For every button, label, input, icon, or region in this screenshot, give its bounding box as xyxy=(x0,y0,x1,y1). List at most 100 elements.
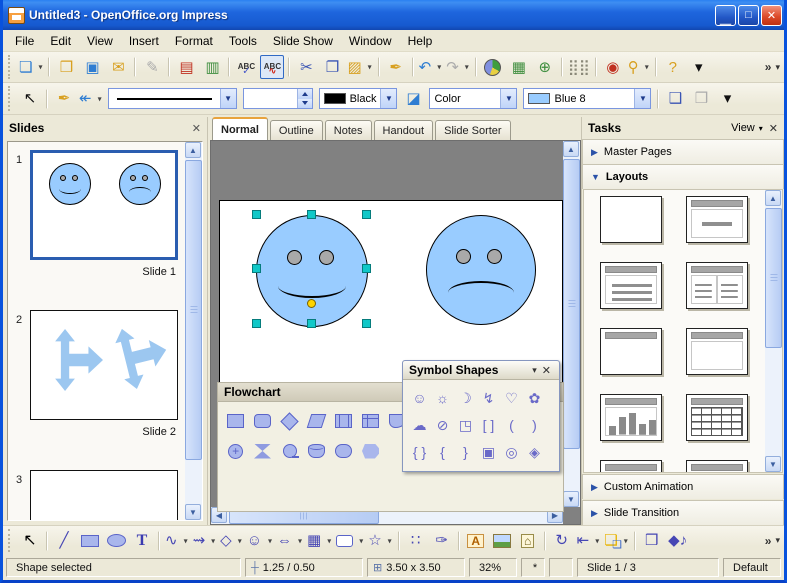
layout-title-frame[interactable] xyxy=(686,328,748,375)
layout-partial-2[interactable] xyxy=(686,460,748,473)
scroll-up-icon[interactable]: ▲ xyxy=(563,141,579,157)
symbol-octagon-bevel-icon[interactable]: ◎ xyxy=(500,438,523,465)
layout-partial-1[interactable] xyxy=(600,460,662,473)
scroll-thumb[interactable] xyxy=(185,160,202,460)
chevron-down-icon[interactable]: ▼ xyxy=(220,89,236,108)
layout-blank[interactable] xyxy=(600,196,662,243)
area-style-icon[interactable]: ◪ xyxy=(401,87,425,111)
layout-title-chart[interactable] xyxy=(600,394,662,441)
section-master-pages[interactable]: ▶ Master Pages xyxy=(582,139,784,164)
selection-handle[interactable] xyxy=(307,319,316,328)
maximize-button[interactable]: □ xyxy=(738,5,759,26)
new-document-icon[interactable]: ❏ xyxy=(18,55,44,79)
symbol-double-bracket-icon[interactable]: [ ] xyxy=(477,411,500,438)
symbol-puzzle-icon[interactable]: ◳ xyxy=(454,411,477,438)
hyperlink-icon[interactable]: ⊕ xyxy=(533,55,557,79)
selection-handle[interactable] xyxy=(252,210,261,219)
chevron-down-icon[interactable]: ▼ xyxy=(380,89,396,108)
toolbar-overflow-icon[interactable]: » xyxy=(765,534,772,548)
close-icon[interactable]: ✕ xyxy=(769,122,778,135)
symbol-double-brace-icon[interactable]: { } xyxy=(408,438,431,465)
format-paintbrush-icon[interactable]: ✒ xyxy=(384,55,408,79)
flowchart-direct-access-storage-shape[interactable] xyxy=(330,436,357,466)
cut-icon[interactable]: ✂ xyxy=(294,55,318,79)
scroll-up-icon[interactable]: ▲ xyxy=(185,142,201,158)
scroll-thumb[interactable] xyxy=(765,208,782,348)
3d-icon[interactable]: ❒ xyxy=(689,87,713,111)
layout-title-subtitle[interactable] xyxy=(686,196,748,243)
chevron-down-icon[interactable]: ▾ xyxy=(529,365,540,376)
menu-item[interactable]: Insert xyxy=(121,31,167,51)
help-icon[interactable]: ? xyxy=(661,55,685,79)
layouts-scrollbar[interactable]: ▲ ▼ xyxy=(765,190,782,472)
section-slide-transition[interactable]: ▶ Slide Transition xyxy=(582,500,784,525)
symbol-lightning-icon[interactable]: ↯ xyxy=(477,384,500,411)
block-arrows-icon[interactable]: ⇔ xyxy=(276,529,304,553)
table-icon[interactable]: ▦ xyxy=(507,55,531,79)
symbol-left-bracket-icon[interactable]: ( xyxy=(500,411,523,438)
symbol-square-bevel-icon[interactable]: ▣ xyxy=(477,438,500,465)
flowchart-display-shape[interactable] xyxy=(357,436,384,466)
text-icon[interactable]: T xyxy=(130,529,154,553)
chevron-down-icon[interactable]: ▼ xyxy=(500,89,516,108)
edit-points-icon[interactable]: ∷ xyxy=(404,529,428,553)
print-icon[interactable]: ▥ xyxy=(200,55,224,79)
stars-icon[interactable]: ☆ xyxy=(367,529,393,553)
scroll-down-icon[interactable]: ▼ xyxy=(185,504,201,520)
close-icon[interactable]: ✕ xyxy=(192,122,201,135)
menu-item[interactable]: Help xyxy=(400,31,441,51)
flowchart-data-shape[interactable] xyxy=(303,406,330,436)
slide-thumbnail-item[interactable]: 1 Slide 1 xyxy=(14,150,176,280)
flowchart-icon[interactable]: ▦ xyxy=(306,529,333,553)
spellcheck-icon[interactable]: ABC xyxy=(234,55,258,79)
flowchart-magnetic-disk-shape[interactable] xyxy=(303,436,330,466)
toolbar-overflow-icon[interactable]: » xyxy=(765,60,772,74)
layout-title-content[interactable] xyxy=(600,262,662,309)
symbol-right-brace-icon[interactable]: } xyxy=(454,438,477,465)
chevron-down-icon[interactable]: ▾ xyxy=(759,124,763,133)
adjustment-handle[interactable] xyxy=(307,299,316,308)
section-custom-animation[interactable]: ▶ Custom Animation xyxy=(582,474,784,499)
toolbar-grip[interactable] xyxy=(8,55,14,79)
interaction-icon[interactable]: ◆♪ xyxy=(666,529,690,553)
symbol-right-bracket-icon[interactable]: ) xyxy=(523,411,546,438)
fontwork-icon[interactable]: A xyxy=(464,529,488,553)
undo-icon[interactable]: ↶ xyxy=(418,55,444,79)
close-button[interactable]: ✕ xyxy=(761,5,782,26)
line-color-select[interactable]: Black ▼ xyxy=(319,88,398,109)
scroll-down-icon[interactable]: ▼ xyxy=(563,491,579,507)
selection-handle[interactable] xyxy=(362,210,371,219)
selection-handle[interactable] xyxy=(252,264,261,273)
slide-1-thumbnail[interactable] xyxy=(30,150,178,260)
view-tab[interactable]: Slide Sorter xyxy=(435,120,510,140)
view-tab[interactable]: Normal xyxy=(212,117,268,140)
slide-thumbnail-item[interactable]: 2 Slide 2 xyxy=(14,310,176,440)
view-tab[interactable]: Handout xyxy=(374,120,434,140)
selection-handle[interactable] xyxy=(252,319,261,328)
menu-item[interactable]: Window xyxy=(341,31,400,51)
line-width-stepper[interactable] xyxy=(243,88,313,109)
ellipse-icon[interactable] xyxy=(104,529,128,553)
flowchart-sequential-access-shape[interactable] xyxy=(276,436,303,466)
rectangle-icon[interactable] xyxy=(78,529,102,553)
chart-icon[interactable] xyxy=(481,55,505,79)
line-icon[interactable]: ╱ xyxy=(52,529,76,553)
copy-icon[interactable]: ❐ xyxy=(320,55,344,79)
selection-handle[interactable] xyxy=(307,210,316,219)
symbol-heart-icon[interactable]: ♡ xyxy=(500,384,523,411)
symbol-flower-icon[interactable]: ✿ xyxy=(523,384,546,411)
fill-style-select[interactable]: Color ▼ xyxy=(429,88,517,109)
export-pdf-icon[interactable]: ▤ xyxy=(174,55,198,79)
basic-shapes-icon[interactable]: ◇ xyxy=(219,529,244,553)
section-layouts[interactable]: ▼ Layouts xyxy=(582,164,784,189)
layout-title-table[interactable] xyxy=(686,394,748,441)
canvas-vscrollbar[interactable]: ▲ ▼ xyxy=(563,141,580,507)
layout-title-two-content[interactable] xyxy=(686,262,748,309)
email-icon[interactable]: ✉ xyxy=(106,55,130,79)
shadow-icon[interactable]: ❑ xyxy=(663,87,687,111)
sad-face-shape[interactable] xyxy=(426,215,536,325)
redo-icon[interactable]: ↷ xyxy=(445,55,471,79)
view-tab[interactable]: Outline xyxy=(270,120,323,140)
toolbar-grip[interactable] xyxy=(8,86,14,111)
layout-title-only[interactable] xyxy=(600,328,662,375)
